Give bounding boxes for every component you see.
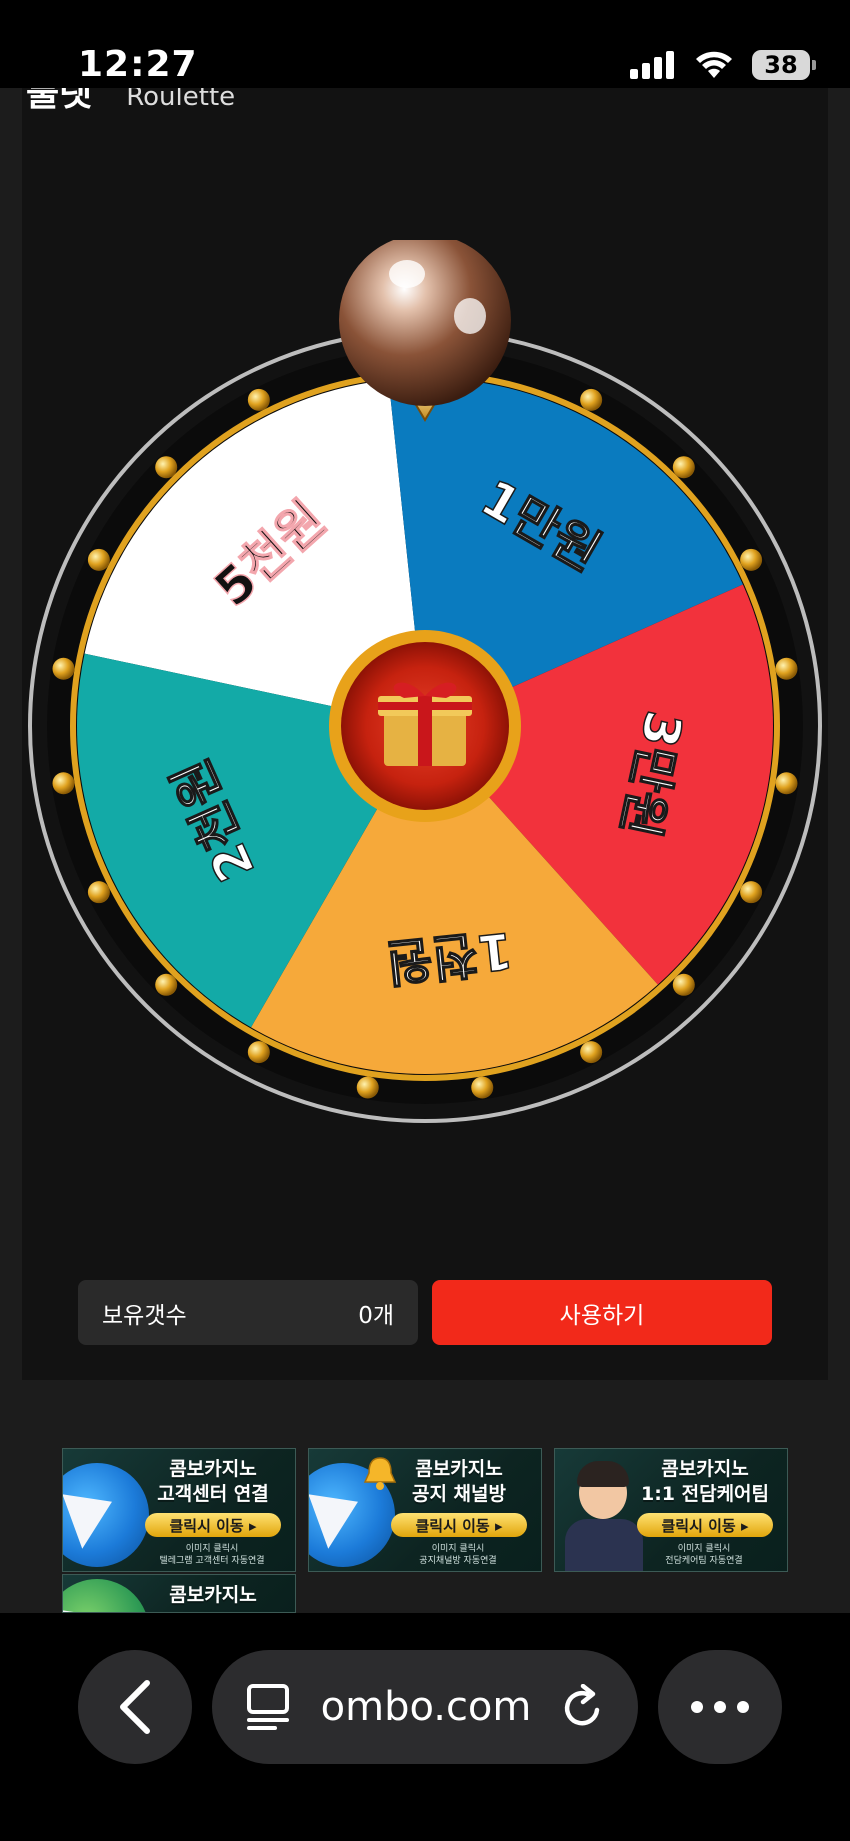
rim-stud (740, 881, 763, 904)
reload-icon[interactable] (561, 1684, 605, 1730)
chevron-left-icon (120, 1680, 150, 1734)
battery-level: 38 (764, 51, 798, 79)
banner-button[interactable]: 클릭시 이동 ▸ (391, 1513, 527, 1537)
roulette-wheel-area: 5천원 1만원 3만원 1천원 2천원 (22, 234, 828, 1140)
banner-title: 콤보카지노 공지 채널방 (411, 1458, 506, 1505)
globe-icon (63, 1579, 149, 1612)
banner-care-team[interactable]: 콤보카지노 1:1 전담케어팀 클릭시 이동 ▸ 이미지 클릭시 전담케어팀 자동연… (554, 1448, 788, 1572)
rim-stud (356, 1076, 379, 1099)
status-bar: 12:27 38 (0, 0, 850, 88)
banner-area: 콤보카지노 고객센터 연결 클릭시 이동 ▸ 이미지 클릭시 텔레그램 고객센터 자… (22, 1380, 828, 1613)
banner-note: 이미지 클릭시 텔레그램 고객센터 자동연결 (159, 1544, 265, 1566)
roulette-wheel[interactable]: 5천원 1만원3만원1천원2천원 (22, 234, 828, 1140)
rim-stud (471, 1076, 494, 1099)
rim-stud (247, 1041, 270, 1064)
back-button[interactable] (78, 1650, 192, 1764)
rim-stud (87, 881, 110, 904)
banner-button[interactable]: 클릭시 이동 ▸ (637, 1513, 773, 1537)
rim-stud (155, 456, 178, 479)
banner-title: 콤보카지노 고객센터 연결 (157, 1458, 269, 1505)
more-dots-icon (691, 1701, 749, 1713)
status-icons: 38 (630, 50, 816, 80)
rim-stud (672, 973, 695, 996)
wheel-hub[interactable] (329, 630, 521, 822)
rim-stud (672, 456, 695, 479)
balance-label: 보유갯수 (102, 1302, 187, 1329)
banner-title: 콤보카지노 1:1 전담케어팀 (640, 1458, 770, 1505)
use-button[interactable]: 사용하기 (432, 1280, 772, 1345)
more-button[interactable] (658, 1650, 782, 1764)
rim-stud (52, 657, 75, 680)
telegram-icon (63, 1463, 149, 1567)
rim-stud (580, 388, 603, 411)
battery-icon: 38 (752, 50, 816, 80)
banner-partial[interactable]: 콤보카지노 (62, 1574, 296, 1613)
rim-stud (87, 548, 110, 571)
rim-stud (740, 548, 763, 571)
banner-notice-channel[interactable]: 콤보카지노 공지 채널방 클릭시 이동 ▸ 이미지 클릭시 공지채널방 자동연결 (308, 1448, 542, 1572)
rim-stud (155, 973, 178, 996)
rim-stud (247, 388, 270, 411)
cellular-signal-icon (630, 51, 674, 79)
banner-customer-center[interactable]: 콤보카지노 고객센터 연결 클릭시 이동 ▸ 이미지 클릭시 텔레그램 고객센터 자… (62, 1448, 296, 1572)
banner-title: 콤보카지노 (169, 1584, 257, 1606)
browser-toolbar: ombo.com (0, 1613, 850, 1841)
rim-stud (775, 657, 798, 680)
address-bar[interactable]: ombo.com (212, 1650, 638, 1764)
rim-stud (52, 772, 75, 795)
banner-note: 이미지 클릭시 공지채널방 자동연결 (419, 1544, 497, 1566)
url-text: ombo.com (320, 1684, 532, 1730)
rim-stud (580, 1041, 603, 1064)
tabs-icon (246, 1684, 289, 1730)
balance-display: 보유갯수 0개 (78, 1280, 418, 1345)
status-time: 12:27 (78, 44, 198, 85)
banner-note: 이미지 클릭시 전담케어팀 자동연결 (665, 1544, 743, 1566)
balance-value: 0개 (358, 1302, 394, 1329)
wifi-icon (696, 51, 732, 78)
banner-button[interactable]: 클릭시 이동 ▸ (145, 1513, 281, 1537)
rim-stud (775, 772, 798, 795)
